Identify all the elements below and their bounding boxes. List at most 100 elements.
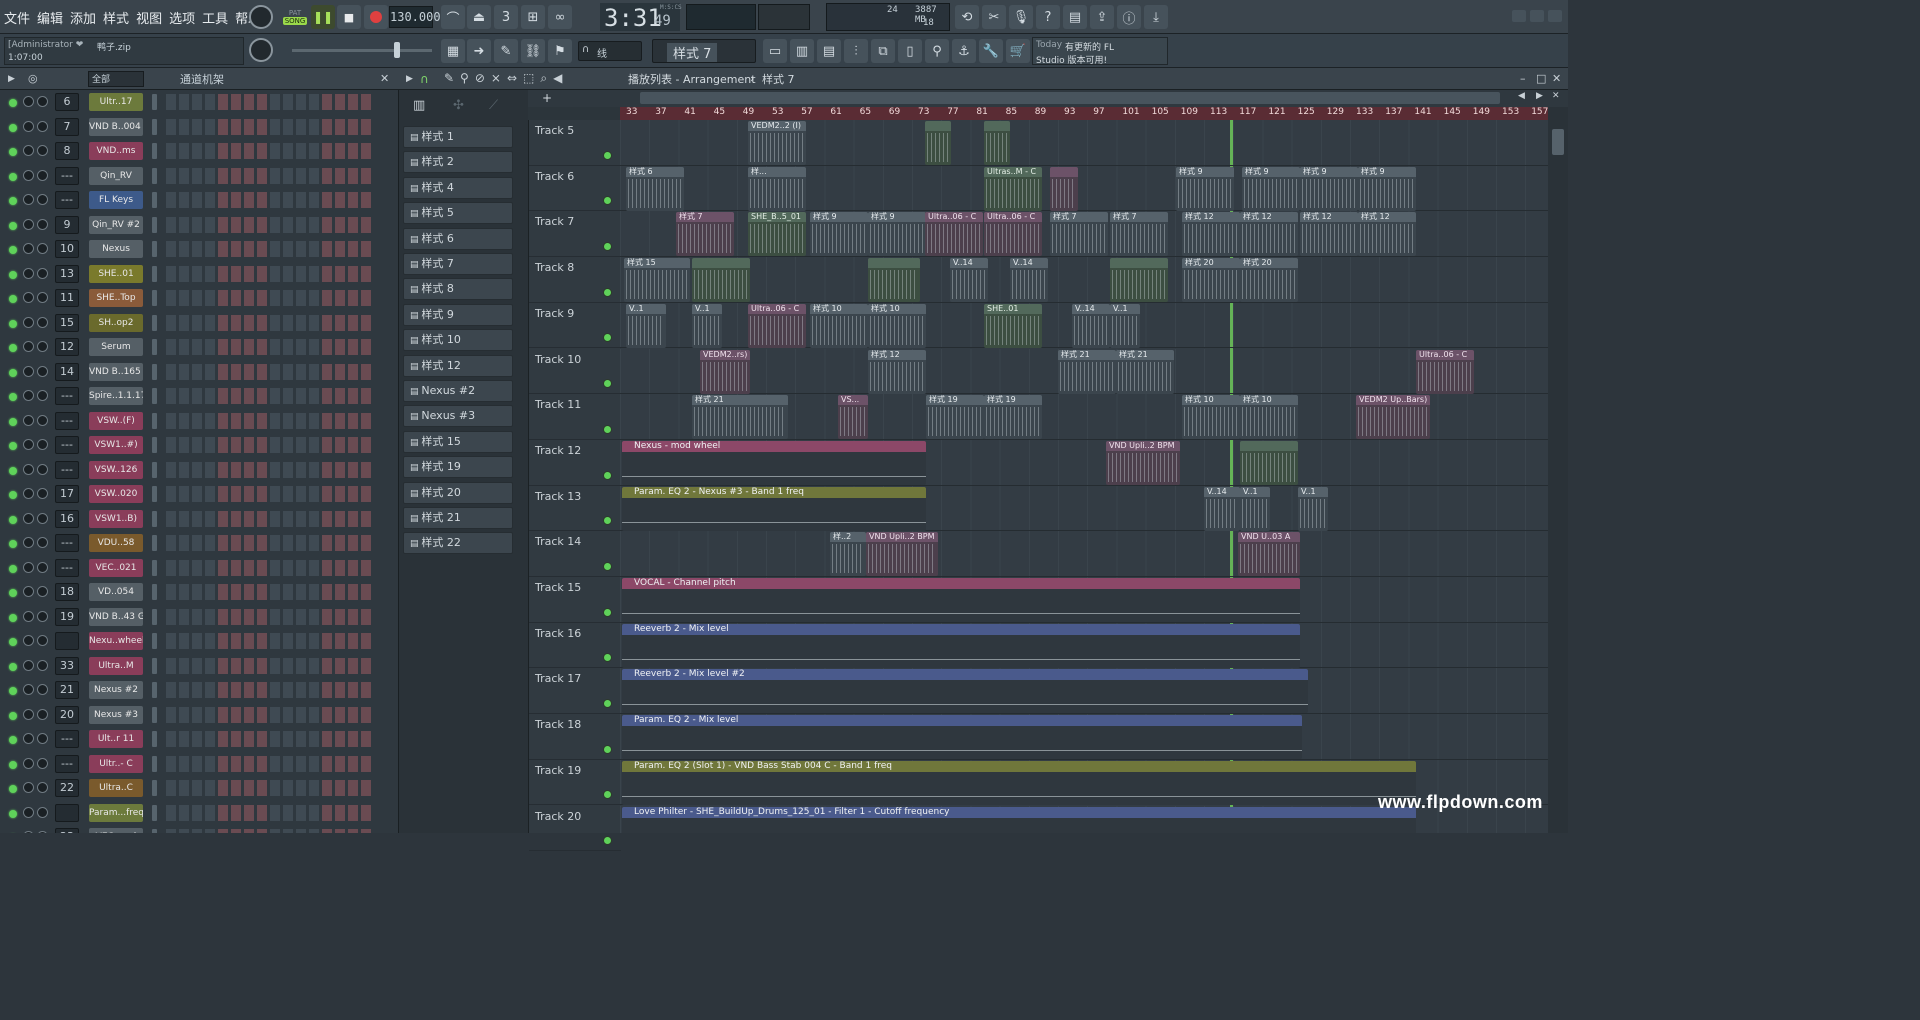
- step-sequencer-pads[interactable]: [166, 510, 374, 527]
- channel-enable-led-icon[interactable]: [9, 172, 17, 181]
- channel-mixer-track[interactable]: 21: [55, 681, 79, 699]
- window-minimize-icon[interactable]: [1512, 10, 1526, 22]
- channel-pan-knob[interactable]: [23, 757, 34, 769]
- vertical-scrollbar[interactable]: [1548, 107, 1568, 833]
- channel-mixer-track[interactable]: ---: [55, 436, 79, 454]
- info-icon[interactable]: ⓘ: [1117, 5, 1141, 29]
- channel-pan-knob[interactable]: [23, 806, 34, 818]
- channel-mixer-track[interactable]: 17: [55, 485, 79, 503]
- channel-row[interactable]: --- Spire..1.1.17: [0, 384, 398, 409]
- pattern-clip[interactable]: 样式 19: [984, 395, 1042, 440]
- pattern-clip[interactable]: 样式 10: [810, 303, 868, 348]
- channel-mixer-track[interactable]: ---: [55, 166, 79, 185]
- menu-file[interactable]: 文件: [4, 8, 30, 27]
- pattern-clip[interactable]: 样式 6: [626, 166, 684, 211]
- channel-enable-led-icon[interactable]: [9, 613, 17, 622]
- channel-pan-knob[interactable]: [23, 610, 34, 622]
- vertical-scroll-thumb[interactable]: [1552, 129, 1564, 155]
- channel-select-indicator[interactable]: [152, 290, 157, 306]
- channel-pan-knob[interactable]: [23, 488, 34, 499]
- pattern-clip[interactable]: 样式 12: [1358, 212, 1416, 257]
- step-sequencer-pads[interactable]: [166, 682, 374, 698]
- channel-pan-knob[interactable]: [23, 243, 34, 254]
- channel-mixer-track[interactable]: 9: [55, 215, 79, 234]
- channel-volume-knob[interactable]: [37, 341, 48, 352]
- channel-name-button[interactable]: VND B..43 G#: [89, 607, 143, 626]
- pattern-clip[interactable]: Ultra..06 - C: [984, 212, 1042, 257]
- playlist-grid[interactable]: VEDM2..2 (I) 样式 6 样... Ultras..M - C 样式 9 样式 …: [620, 120, 1548, 833]
- channel-select-indicator[interactable]: [152, 265, 157, 282]
- track-header[interactable]: Track 13: [529, 486, 621, 532]
- mixer-icon[interactable]: ⫶: [844, 39, 868, 63]
- pattern-clip[interactable]: 样式 7: [676, 212, 734, 257]
- tempo-display[interactable]: 130.000: [389, 6, 441, 28]
- countdown-icon[interactable]: 3: [494, 5, 518, 29]
- pattern-clip[interactable]: 样式 10: [1240, 395, 1298, 440]
- pattern-item[interactable]: ▤ Nexus #2: [403, 380, 513, 402]
- pattern-clip[interactable]: [1050, 166, 1078, 211]
- step-edit-icon[interactable]: ⊞: [521, 5, 545, 29]
- export-icon[interactable]: ⇪: [1090, 5, 1114, 29]
- pattern-clip[interactable]: V..14: [1010, 258, 1048, 303]
- channel-select-indicator[interactable]: [152, 412, 157, 429]
- save-icon[interactable]: ▤: [1063, 5, 1087, 29]
- track-lane[interactable]: [620, 531, 1548, 577]
- channel-pan-knob[interactable]: [23, 439, 34, 450]
- channel-select-indicator[interactable]: [152, 510, 157, 527]
- channel-name-button[interactable]: Nexus: [89, 240, 143, 258]
- automation-clip[interactable]: Reeverb 2 - Mix level: [622, 623, 1300, 668]
- channel-select-indicator[interactable]: [152, 314, 157, 331]
- channel-enable-led-icon[interactable]: [9, 197, 17, 205]
- channel-pan-knob[interactable]: [23, 194, 34, 205]
- channel-volume-knob[interactable]: [37, 488, 48, 499]
- master-pitch-knob[interactable]: [249, 38, 273, 62]
- channel-rack-icon[interactable]: ▤: [817, 39, 841, 63]
- channel-name-button[interactable]: Param...freq: [89, 803, 143, 822]
- channel-name-button[interactable]: Nexus #2: [89, 681, 143, 699]
- channel-row[interactable]: 12 Serum: [0, 335, 398, 360]
- automation-clip[interactable]: Param. EQ 2 - Nexus #3 - Band 1 freq: [622, 486, 926, 531]
- track-header[interactable]: Track 7: [529, 211, 621, 258]
- channel-pan-knob[interactable]: [23, 512, 34, 524]
- track-header[interactable]: Track 16: [529, 623, 621, 669]
- channel-row[interactable]: 18 VD..054: [0, 580, 398, 605]
- channel-volume-knob[interactable]: [37, 684, 48, 695]
- pattern-item[interactable]: ▤ 样式 5: [403, 202, 513, 225]
- pattern-clip[interactable]: V..1: [1110, 303, 1140, 348]
- track-mute-led-icon[interactable]: [603, 333, 612, 343]
- pattern-item[interactable]: ▤ Nexus #3: [403, 405, 513, 428]
- channel-select-indicator[interactable]: [152, 461, 157, 478]
- step-sequencer-pads[interactable]: [166, 584, 374, 600]
- channel-name-button[interactable]: VSW1..B): [89, 509, 143, 528]
- channel-pan-knob[interactable]: [23, 733, 34, 744]
- track-header[interactable]: Track 19: [529, 760, 621, 806]
- channel-row[interactable]: 9 Qin_RV #2: [0, 213, 398, 238]
- channel-enable-led-icon[interactable]: [9, 221, 17, 230]
- channel-name-button[interactable]: VD..054: [89, 583, 143, 601]
- channel-name-button[interactable]: Nexu..wheel: [89, 632, 143, 650]
- pattern-clip[interactable]: 样式 20: [1240, 258, 1298, 303]
- track-header[interactable]: Track 20: [529, 806, 621, 852]
- channel-volume-knob[interactable]: [37, 782, 48, 793]
- pattern-clip[interactable]: V..14: [1072, 303, 1110, 348]
- wrench-icon[interactable]: 🔧: [979, 39, 1003, 63]
- menu-edit[interactable]: 编辑: [37, 8, 63, 27]
- channel-pan-knob[interactable]: [23, 145, 34, 156]
- help-icon[interactable]: ?: [1036, 5, 1060, 29]
- step-sequencer-pads[interactable]: [166, 633, 374, 649]
- channel-row[interactable]: 21 Nexus #2: [0, 678, 398, 703]
- step-sequencer-pads[interactable]: [166, 755, 374, 772]
- channel-name-button[interactable]: SHE..Top: [89, 289, 143, 307]
- step-sequencer-pads[interactable]: [166, 804, 374, 821]
- stop-button[interactable]: ■: [337, 5, 361, 29]
- channel-volume-knob[interactable]: [37, 145, 48, 156]
- channel-name-button[interactable]: VEC..021: [89, 558, 143, 577]
- channel-volume-knob[interactable]: [37, 806, 48, 818]
- channel-mixer-track[interactable]: ---: [55, 191, 79, 209]
- channel-name-button[interactable]: VSW..020: [89, 485, 143, 503]
- track-header[interactable]: Track 12: [529, 440, 621, 486]
- track-mute-led-icon[interactable]: [603, 470, 612, 480]
- menu-view[interactable]: 视图: [136, 8, 162, 27]
- step-sequencer-pads[interactable]: [166, 241, 374, 257]
- channel-volume-knob[interactable]: [37, 439, 48, 450]
